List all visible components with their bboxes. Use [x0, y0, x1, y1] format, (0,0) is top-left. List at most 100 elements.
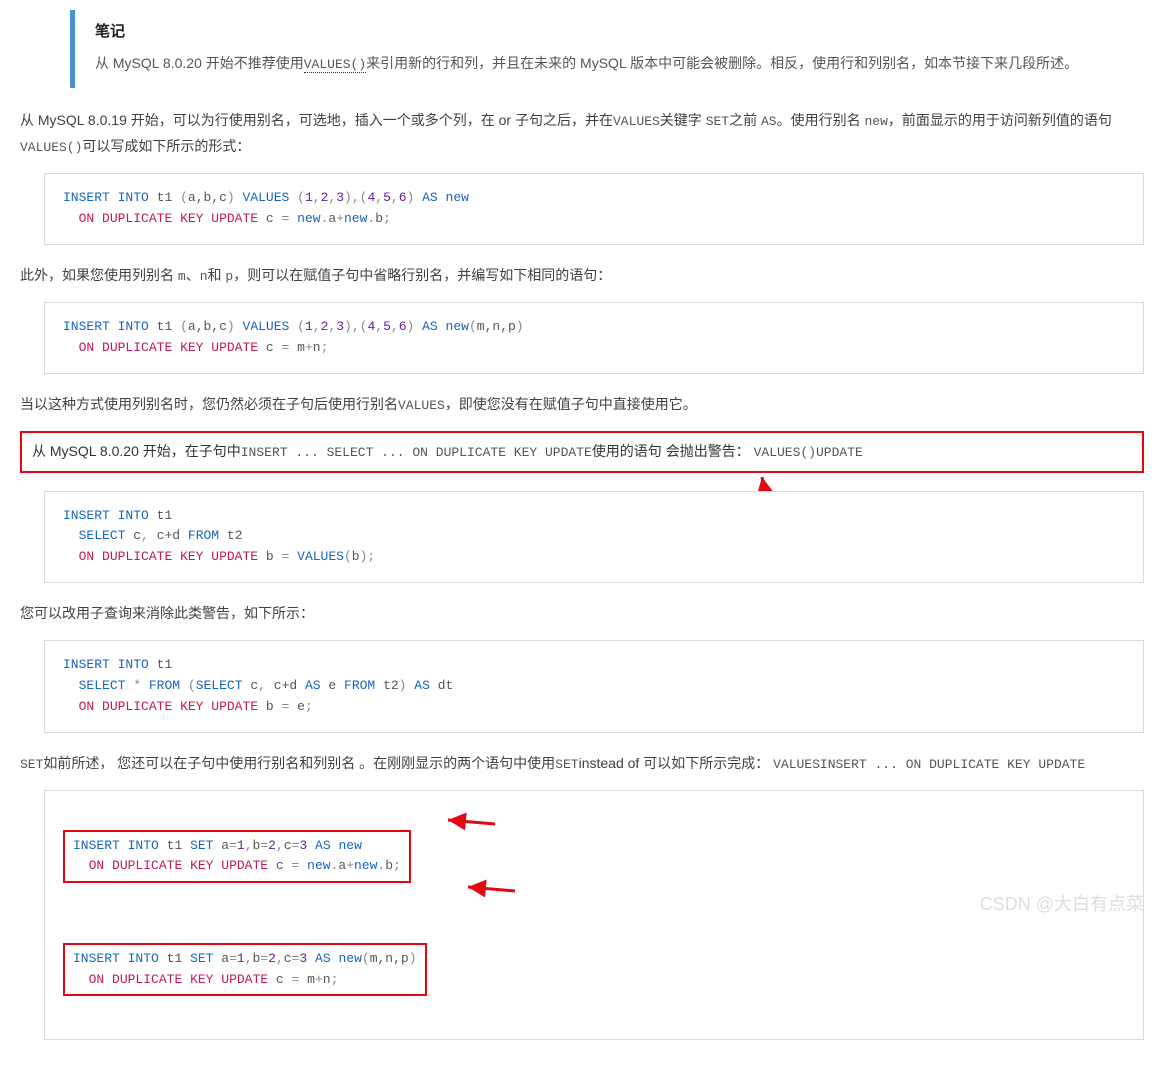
id: a [221, 951, 229, 966]
text: ，则可以在赋值子句中省略行别名，并编写如下相同的语句： [233, 267, 611, 283]
kw: ON [79, 211, 95, 226]
note-callout: 笔记 从 MySQL 8.0.20 开始不推荐使用VALUES()来引用新的行和… [70, 10, 1144, 88]
kw: ON [79, 549, 95, 564]
sym: = [282, 699, 290, 714]
kw: DUPLICATE [112, 972, 182, 987]
code-inline: SET [706, 114, 729, 129]
id: m,n,p [370, 951, 409, 966]
num: 6 [399, 190, 407, 205]
code-inline: n [200, 269, 208, 284]
num: 1 [237, 838, 245, 853]
id: b [266, 699, 274, 714]
kw: INTO [118, 657, 149, 672]
note-body: 从 MySQL 8.0.20 开始不推荐使用VALUES()来引用新的行和列，并… [95, 51, 1124, 76]
id: c [276, 972, 284, 987]
num: 3 [336, 190, 344, 205]
num: 5 [383, 319, 391, 334]
kw: ON [79, 699, 95, 714]
sym: = [229, 838, 237, 853]
kw: UPDATE [211, 211, 258, 226]
id: c+d [157, 528, 180, 543]
id: new [307, 858, 330, 873]
code-inline: AS [761, 114, 777, 129]
code-block-2: INSERT INTO t1 (a,b,c) VALUES (1,2,3),(4… [44, 302, 1144, 374]
num: 6 [399, 319, 407, 334]
id: n [323, 972, 331, 987]
highlighted-warning: 从 MySQL 8.0.20 开始，在子句中INSERT ... SELECT … [20, 431, 1144, 472]
kw: DUPLICATE [102, 699, 172, 714]
num: 3 [299, 838, 307, 853]
kw: SET [190, 838, 213, 853]
text: 之前 [729, 112, 761, 128]
num: 5 [383, 190, 391, 205]
id: c [284, 951, 292, 966]
num: 1 [305, 319, 313, 334]
id: b [385, 858, 393, 873]
kw: SELECT [196, 678, 243, 693]
kw: KEY [180, 340, 203, 355]
kw: AS [422, 190, 438, 205]
values-link[interactable]: VALUES() [304, 57, 366, 73]
kw: INSERT [63, 190, 110, 205]
kw: INSERT [63, 657, 110, 672]
id: m,n,p [477, 319, 516, 334]
highlighted-snippet-1: INSERT INTO t1 SET a=1,b=2,c=3 AS new ON… [63, 830, 411, 884]
id: new [344, 211, 367, 226]
kw: UPDATE [221, 972, 268, 987]
kw: SELECT [79, 678, 126, 693]
id: e [297, 699, 305, 714]
id: t1 [157, 190, 173, 205]
sym: = [292, 858, 300, 873]
text: 和 [208, 267, 226, 283]
sym: = [260, 951, 268, 966]
id: e [328, 678, 336, 693]
id: a [221, 838, 229, 853]
id: a,b,c [188, 190, 227, 205]
kw: INTO [128, 951, 159, 966]
kw: INTO [118, 190, 149, 205]
note-text-prefix: 从 MySQL 8.0.20 开始不推荐使用 [95, 55, 304, 71]
sym: = [282, 211, 290, 226]
kw: ON [89, 858, 105, 873]
id: a,b,c [188, 319, 227, 334]
code-inline: SET [555, 757, 578, 772]
sym: + [336, 211, 344, 226]
kw: UPDATE [211, 340, 258, 355]
id: c [276, 858, 284, 873]
code-block-1: INSERT INTO t1 (a,b,c) VALUES (1,2,3),(4… [44, 173, 1144, 245]
text: ，即使您没有在赋值子句中直接使用它。 [445, 396, 697, 412]
id: c [133, 528, 141, 543]
kw: DUPLICATE [112, 858, 182, 873]
num: 3 [336, 319, 344, 334]
code-inline: INSERT ... SELECT ... ON DUPLICATE KEY U… [241, 445, 592, 460]
kw: FROM [149, 678, 180, 693]
kw: FROM [188, 528, 219, 543]
annotation-arrow-icon [460, 873, 520, 903]
id: c [266, 211, 274, 226]
text: 关键字 [660, 112, 706, 128]
kw: KEY [180, 699, 203, 714]
id: b [266, 549, 274, 564]
code-inline: new [864, 114, 887, 129]
id: c [266, 340, 274, 355]
id: dt [438, 678, 454, 693]
kw: ON [89, 972, 105, 987]
sym: = [260, 838, 268, 853]
kw: SET [190, 951, 213, 966]
code-inline: VALUESINSERT ... ON DUPLICATE KEY UPDATE [773, 757, 1085, 772]
code-block-3: INSERT INTO t1 SELECT c, c+d FROM t2 ON … [44, 491, 1144, 583]
kw: INSERT [63, 508, 110, 523]
id: t1 [157, 657, 173, 672]
sym: + [315, 972, 323, 987]
kw: AS [315, 951, 331, 966]
sym: = [282, 340, 290, 355]
kw: AS [315, 838, 331, 853]
fn: VALUES [297, 549, 344, 564]
kw: VALUES [243, 319, 290, 334]
text: 此外，如果您使用列别名 [20, 267, 178, 283]
id: b [375, 211, 383, 226]
id: c [284, 838, 292, 853]
text: 如前所述， 您还可以在子句中使用行别名和列别名 。在刚刚显示的两个语句中使用 [43, 755, 555, 771]
id: new [446, 190, 469, 205]
kw: DUPLICATE [102, 549, 172, 564]
